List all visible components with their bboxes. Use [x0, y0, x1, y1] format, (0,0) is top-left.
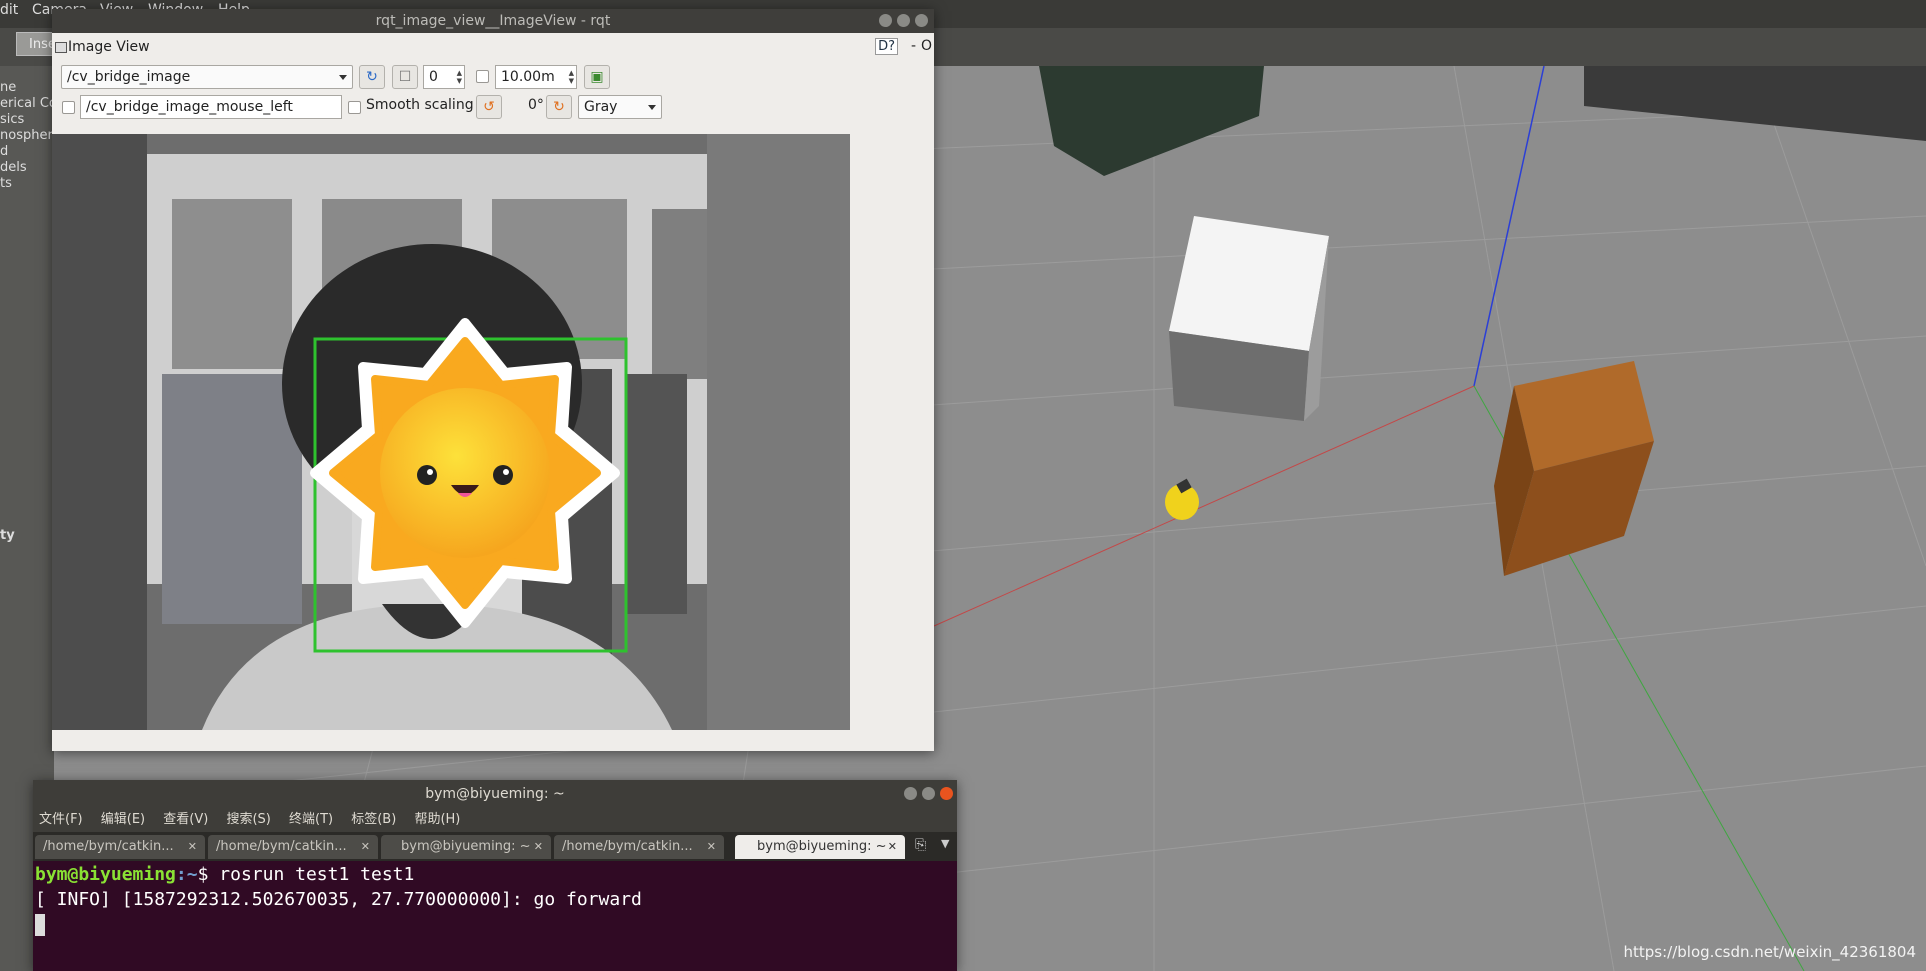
close-icon[interactable]: ✕: [534, 835, 543, 859]
menu-search[interactable]: 搜索(S): [226, 812, 270, 827]
menu-file[interactable]: 文件(F): [39, 812, 83, 827]
world-item[interactable]: sics: [0, 112, 24, 127]
terminal-titlebar[interactable]: bym@biyueming: ~: [33, 780, 957, 808]
menu-edit[interactable]: dit: [0, 2, 18, 18]
world-item[interactable]: d: [0, 144, 8, 159]
prompt-path: :~: [175, 864, 198, 885]
world-item[interactable]: dels: [0, 160, 27, 175]
frame-spinbox[interactable]: 0 ▲ ▼: [423, 65, 465, 89]
max-depth-value: 10.00m: [501, 69, 555, 85]
plugin-icon: [55, 42, 67, 53]
property-header: ty: [0, 528, 15, 543]
maximize-button[interactable]: [922, 787, 935, 800]
terminal-tab[interactable]: /home/bym/catkin... ✕: [208, 835, 378, 859]
cursor-line: [35, 912, 957, 937]
rqt-titlebar[interactable]: rqt_image_view__ImageView - rqt: [52, 9, 934, 33]
close-button[interactable]: [915, 14, 928, 27]
rotation-label: 0°: [528, 97, 544, 113]
terminal-tab[interactable]: /home/bym/catkin... ✕: [35, 835, 205, 859]
frame-value: 0: [429, 69, 438, 85]
terminal-window: bym@biyueming: ~ 文件(F) 编辑(E) 查看(V) 搜索(S)…: [33, 780, 957, 971]
color-scheme-combobox[interactable]: Gray: [578, 95, 662, 119]
menu-help[interactable]: 帮助(H): [414, 812, 460, 827]
save-image-button[interactable]: ▣: [584, 65, 610, 89]
zoom-button[interactable]: ☐: [392, 65, 418, 89]
terminal-output[interactable]: bym@biyueming:~$ rosrun test1 test1 [ IN…: [33, 862, 957, 971]
topic-value: /cv_bridge_image: [67, 69, 191, 85]
spin-arrows-icon[interactable]: ▲ ▼: [457, 69, 462, 85]
terminal-tab-bar: /home/bym/catkin... ✕ /home/bym/catkin...…: [33, 832, 957, 861]
sun-emoji-mask: [310, 318, 620, 628]
terminal-tab[interactable]: /home/bym/catkin... ✕: [554, 835, 724, 859]
watermark: https://blog.csdn.net/weixin_42361804: [1623, 943, 1916, 961]
chevron-down-icon: [648, 105, 656, 110]
rotate-left-button[interactable]: ↺: [476, 95, 502, 119]
terminal-tab-active[interactable]: bym@biyueming: ~ ✕: [735, 835, 905, 859]
close-icon[interactable]: ✕: [188, 835, 197, 859]
rotate-right-button[interactable]: ↻: [546, 95, 572, 119]
text-cursor: [35, 914, 45, 936]
plugin-float-icon[interactable]: O: [921, 38, 932, 54]
menu-edit[interactable]: 编辑(E): [101, 812, 145, 827]
refresh-icon: ↻: [366, 69, 378, 85]
rotate-right-icon: ↻: [553, 99, 565, 115]
smooth-scaling-label: Smooth scaling: [366, 97, 474, 113]
tab-label: /home/bym/catkin...: [562, 839, 693, 854]
log-line: [ INFO] [1587292312.502670035, 27.770000…: [35, 889, 642, 910]
white-box-top: [1169, 216, 1329, 351]
topic-combobox[interactable]: /cv_bridge_image: [61, 65, 353, 89]
command-text: rosrun test1 test1: [219, 864, 415, 885]
prompt-user: bym@biyueming: [35, 864, 176, 885]
terminal-title: bym@biyueming: ~: [425, 786, 565, 802]
plugin-title: Image View: [68, 39, 150, 55]
tab-label: bym@biyueming: ~: [757, 839, 887, 854]
spin-arrows-icon[interactable]: ▲ ▼: [569, 69, 574, 85]
mouse-topic-field[interactable]: /cv_bridge_image_mouse_left: [80, 95, 342, 119]
terminal-menubar: 文件(F) 编辑(E) 查看(V) 搜索(S) 终端(T) 标签(B) 帮助(H…: [33, 808, 957, 832]
chevron-down-icon: [339, 75, 347, 80]
menu-terminal[interactable]: 终端(T): [289, 812, 333, 827]
menu-view[interactable]: 查看(V): [163, 812, 208, 827]
chevron-down-icon[interactable]: ▼: [941, 837, 949, 850]
zoom-icon: ☐: [398, 69, 412, 85]
mouse-topic-value: /cv_bridge_image_mouse_left: [86, 99, 293, 115]
close-button[interactable]: [940, 787, 953, 800]
refresh-button[interactable]: ↻: [359, 65, 385, 89]
rqt-title: rqt_image_view__ImageView - rqt: [375, 13, 611, 29]
minimize-button[interactable]: [904, 787, 917, 800]
camera-feed: [52, 134, 850, 730]
close-icon[interactable]: ✕: [707, 835, 716, 859]
tab-label: bym@biyueming: ~: [401, 839, 531, 854]
prompt-symbol: $: [197, 864, 220, 885]
image-icon: ▣: [590, 69, 604, 85]
close-icon[interactable]: ✕: [361, 835, 370, 859]
world-item[interactable]: erical Co: [0, 96, 57, 111]
world-item[interactable]: ts: [0, 176, 12, 191]
menu-tabs[interactable]: 标签(B): [351, 812, 396, 827]
max-depth-spinbox[interactable]: 10.00m ▲ ▼: [495, 65, 577, 89]
color-scheme-value: Gray: [584, 99, 618, 115]
tab-label: /home/bym/catkin...: [216, 839, 347, 854]
new-tab-icon[interactable]: ⎘: [915, 837, 926, 853]
terminal-tab[interactable]: bym@biyueming: ~ ✕: [381, 835, 551, 859]
rotate-left-icon: ↺: [483, 99, 495, 115]
rqt-window: rqt_image_view__ImageView - rqt Image Vi…: [52, 9, 934, 751]
publish-click-checkbox[interactable]: [62, 101, 75, 114]
depth-checkbox[interactable]: [476, 70, 489, 83]
plugin-header: Image View D? - O: [52, 37, 934, 59]
close-icon[interactable]: ✕: [888, 835, 897, 859]
command-line: bym@biyueming:~$ rosrun test1 test1: [35, 862, 957, 887]
world-item[interactable]: ne: [0, 80, 16, 95]
minimize-button[interactable]: [879, 14, 892, 27]
camera-image[interactable]: [52, 134, 850, 730]
help-buttons[interactable]: D?: [875, 38, 898, 55]
tab-label: /home/bym/catkin...: [43, 839, 174, 854]
plugin-close-dash[interactable]: -: [911, 38, 916, 54]
smooth-scaling-checkbox[interactable]: [348, 101, 361, 114]
maximize-button[interactable]: [897, 14, 910, 27]
